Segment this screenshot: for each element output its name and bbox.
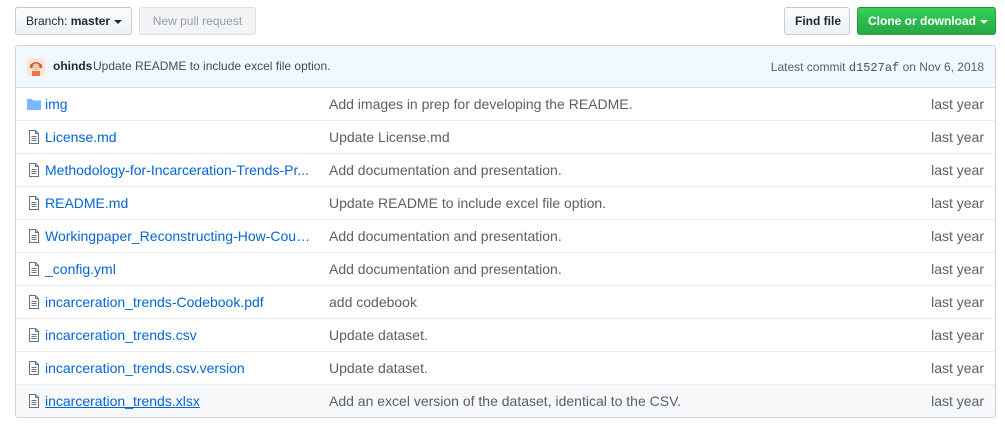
commit-age: last year: [931, 195, 984, 211]
file-icon: [26, 261, 42, 277]
file-icon: [26, 294, 42, 310]
file-name-link[interactable]: _config.yml: [45, 261, 315, 277]
commit-age: last year: [931, 129, 984, 145]
commit-age: last year: [931, 228, 984, 244]
file-navigation-table: ohinds Update README to include excel fi…: [15, 45, 996, 418]
file-name-link[interactable]: incarceration_trends.xlsx: [45, 393, 315, 409]
file-icon: [26, 228, 42, 244]
commit-message-link[interactable]: Add documentation and presentation.: [329, 261, 562, 277]
new-pull-request-button[interactable]: New pull request: [139, 7, 256, 35]
file-row: img Add images in prep for developing the…: [16, 88, 995, 120]
file-row: Methodology-for-Incarceration-Trends-Pr.…: [16, 153, 995, 186]
find-file-button[interactable]: Find file: [784, 7, 850, 35]
clone-or-download-label: Clone or download: [868, 14, 976, 28]
file-row: License.md Update License.md last year: [16, 120, 995, 153]
commit-age: last year: [931, 96, 984, 112]
commit-message-link[interactable]: Update dataset.: [329, 360, 428, 376]
file-icon: [26, 129, 42, 145]
commit-age: last year: [931, 294, 984, 310]
branch-name: master: [70, 14, 111, 28]
commit-message-link[interactable]: Update README to include excel file opti…: [93, 59, 330, 73]
file-name-link[interactable]: Workingpaper_Reconstructing-How-Coun...: [45, 228, 315, 244]
avatar[interactable]: [27, 58, 45, 76]
file-row: incarceration_trends-Codebook.pdf add cod…: [16, 285, 995, 318]
file-name-link[interactable]: Methodology-for-Incarceration-Trends-Pr.…: [45, 162, 315, 178]
commit-message-link[interactable]: add codebook: [329, 294, 417, 310]
commit-message-link[interactable]: Add images in prep for developing the RE…: [329, 96, 633, 112]
commit-age: last year: [931, 327, 984, 343]
file-name-link[interactable]: incarceration_trends-Codebook.pdf: [45, 294, 315, 310]
file-row: Workingpaper_Reconstructing-How-Coun... A…: [16, 219, 995, 252]
commit-age: last year: [931, 162, 984, 178]
file-row: README.md Update README to include excel …: [16, 186, 995, 219]
latest-commit-label: Latest commit: [770, 60, 846, 74]
file-name-link[interactable]: incarceration_trends.csv: [45, 327, 315, 343]
commit-message-link[interactable]: Update License.md: [329, 129, 450, 145]
file-name-link[interactable]: License.md: [45, 129, 315, 145]
commit-message-link[interactable]: Add documentation and presentation.: [329, 228, 562, 244]
latest-commit-bar: ohinds Update README to include excel fi…: [16, 46, 995, 88]
file-list: img Add images in prep for developing the…: [16, 88, 995, 417]
repo-toolbar: Branch: master New pull request Find fil…: [15, 7, 996, 35]
commit-message-link[interactable]: Add documentation and presentation.: [329, 162, 562, 178]
commit-age: last year: [931, 261, 984, 277]
clone-or-download-button[interactable]: Clone or download: [857, 7, 996, 35]
file-icon: [26, 327, 42, 343]
file-row: _config.yml Add documentation and present…: [16, 252, 995, 285]
commit-age: last year: [931, 360, 984, 376]
commit-age: last year: [931, 393, 984, 409]
file-icon: [26, 195, 42, 211]
commit-sha-link[interactable]: d1527af: [849, 61, 899, 75]
folder-icon: [26, 96, 42, 112]
file-row: incarceration_trends.xlsx Add an excel ve…: [16, 384, 995, 417]
file-icon: [26, 360, 42, 376]
caret-down-icon: [114, 19, 123, 24]
file-row: incarceration_trends.csv.version Update d…: [16, 351, 995, 384]
file-icon: [26, 393, 42, 409]
file-icon: [26, 162, 42, 178]
latest-commit-info: Latest commit d1527af on Nov 6, 2018: [771, 60, 984, 75]
file-name-link[interactable]: README.md: [45, 195, 315, 211]
commit-message-link[interactable]: Add an excel version of the dataset, ide…: [329, 393, 681, 409]
commit-message-link[interactable]: Update README to include excel file opti…: [329, 195, 606, 211]
file-row: incarceration_trends.csv Update dataset. l…: [16, 318, 995, 351]
file-name-link[interactable]: img: [45, 96, 315, 112]
caret-down-icon: [980, 19, 988, 24]
branch-prefix-label: Branch:: [26, 14, 71, 28]
commit-author-link[interactable]: ohinds: [53, 59, 92, 73]
file-name-link[interactable]: incarceration_trends.csv.version: [45, 360, 315, 376]
commit-date: on Nov 6, 2018: [902, 60, 984, 74]
commit-message-link[interactable]: Update dataset.: [329, 327, 428, 343]
branch-select-button[interactable]: Branch: master: [15, 7, 132, 35]
